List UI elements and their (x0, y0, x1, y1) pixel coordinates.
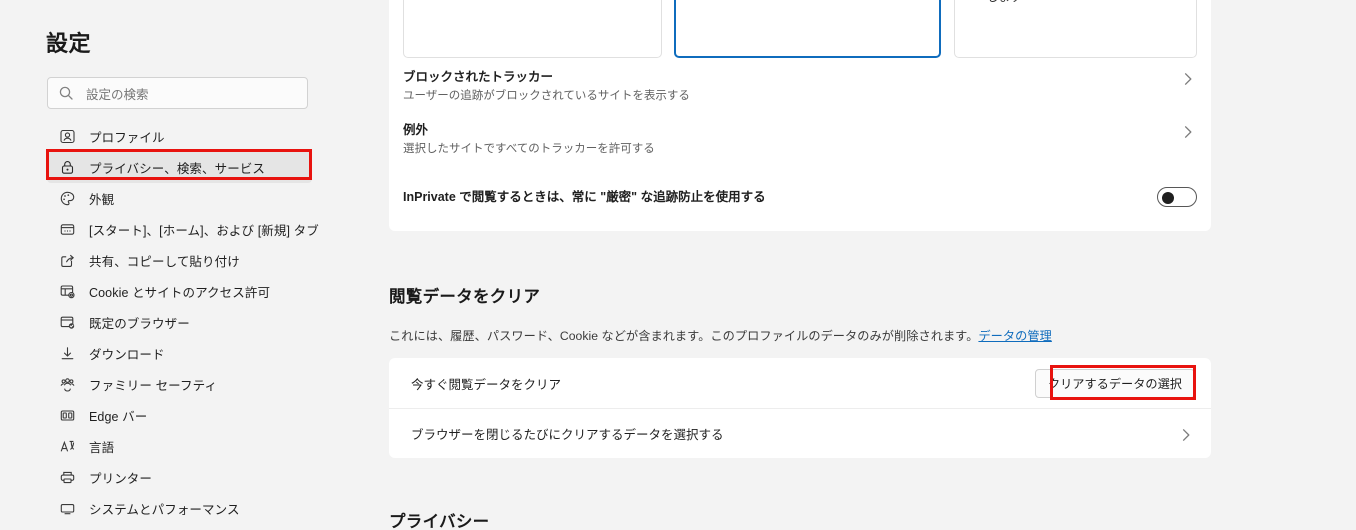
download-icon (59, 345, 76, 362)
new-tab-icon (59, 221, 76, 238)
cookie-settings-icon (59, 283, 76, 300)
system-icon (59, 500, 76, 517)
manage-data-link[interactable]: データの管理 (978, 329, 1051, 343)
palette-icon (59, 190, 76, 207)
card-bullet-list: す 既知の有害なトラッカーをブロックします (969, 0, 1182, 7)
sidebar-item-default-browser[interactable]: 既定のブラウザー (47, 307, 312, 338)
settings-main-content: 既知の有害なトラッカーをブロックします 既知の有害なトラッカーをブロックします … (342, 0, 1356, 530)
language-icon (59, 438, 76, 455)
tracking-level-card-strict[interactable]: す 既知の有害なトラッカーをブロックします (954, 0, 1197, 58)
row-title: InPrivate で閲覧するときは、常に "厳密" な追跡防止を使用する (403, 190, 766, 204)
clear-browsing-data-panel: 今すぐ閲覧データをクリア クリアするデータの選択 ブラウザーを閉じるたびにクリア… (389, 358, 1211, 458)
edge-bar-icon (59, 407, 76, 424)
sidebar-item-label: 外観 (89, 193, 115, 207)
inprivate-strict-row[interactable]: InPrivate で閲覧するときは、常に "厳密" な追跡防止を使用する (403, 187, 1197, 207)
privacy-section-heading: プライバシー (389, 513, 490, 530)
sidebar-item-label: Cookie とサイトのアクセス許可 (89, 286, 271, 300)
sidebar-item-label: ファミリー セーフティ (89, 379, 218, 393)
row-label: ブラウザーを閉じるたびにクリアするデータを選択する (411, 428, 724, 442)
sidebar-item-share-copy-paste[interactable]: 共有、コピーして貼り付け (47, 245, 312, 276)
sidebar-item-system-performance[interactable]: システムとパフォーマンス (47, 493, 312, 524)
share-icon (59, 252, 76, 269)
lock-icon (59, 159, 76, 176)
page-title: 設定 (46, 31, 92, 56)
tracking-level-card-basic[interactable]: 既知の有害なトラッカーをブロックします (403, 0, 662, 58)
profile-icon (59, 128, 76, 145)
family-icon (59, 376, 76, 393)
clear-on-close-row[interactable]: ブラウザーを閉じるたびにクリアするデータを選択する (389, 408, 1211, 458)
sidebar-item-label: 言語 (89, 441, 115, 455)
sidebar-item-label: Edge バー (89, 410, 148, 424)
inprivate-strict-toggle[interactable] (1157, 187, 1197, 207)
sidebar-item-profile[interactable]: プロファイル (47, 121, 312, 152)
default-browser-icon (59, 314, 76, 331)
row-title: ブロックされたトラッカー (403, 70, 554, 84)
clear-browsing-data-heading: 閲覧データをクリア (389, 288, 541, 306)
sidebar-item-label: ダウンロード (89, 348, 165, 362)
sidebar-nav: プロファイル プライバシー、検索、サービス 外観 [スタート]、[ホーム]、およ… (0, 121, 330, 524)
search-input[interactable]: 設定の検索 (47, 77, 308, 109)
sidebar-item-label: プロファイル (89, 131, 165, 145)
sidebar-item-cookies-site-permissions[interactable]: Cookie とサイトのアクセス許可 (47, 276, 312, 307)
sidebar-item-label: プライバシー、検索、サービス (89, 162, 266, 176)
clear-browsing-data-description: これには、履歴、パスワード、Cookie などが含まれます。このプロファイルのデ… (389, 326, 1052, 344)
row-title: 例外 (403, 123, 429, 137)
sidebar-item-printers[interactable]: プリンター (47, 462, 312, 493)
row-subtitle: 選択したサイトですべてのトラッカーを許可する (403, 143, 655, 155)
search-placeholder: 設定の検索 (86, 87, 149, 102)
sidebar-item-appearance[interactable]: 外観 (47, 183, 312, 214)
sidebar-item-start-home-new-tab[interactable]: [スタート]、[ホーム]、および [新規] タブ (47, 214, 319, 245)
card-bullet: 既知の有害なトラッカーをブロックします (969, 0, 1182, 7)
chevron-right-icon (1177, 426, 1195, 444)
sidebar-item-label: 共有、コピーして貼り付け (89, 255, 240, 269)
tracking-prevention-panel: 既知の有害なトラッカーをブロックします 既知の有害なトラッカーをブロックします … (389, 0, 1211, 231)
sidebar-item-label: 既定のブラウザー (89, 317, 190, 331)
sidebar-item-label: [スタート]、[ホーム]、および [新規] タブ (89, 224, 319, 238)
sidebar-item-label: システムとパフォーマンス (89, 503, 240, 517)
search-icon (58, 85, 74, 101)
sidebar-item-downloads[interactable]: ダウンロード (47, 338, 312, 369)
sidebar-item-privacy-search-services[interactable]: プライバシー、検索、サービス (46, 152, 312, 183)
toggle-knob (1162, 192, 1174, 204)
tracking-prevention-card-group: 既知の有害なトラッカーをブロックします 既知の有害なトラッカーをブロックします … (403, 0, 1197, 58)
settings-sidebar: 設定 設定の検索 プロファイル プライバシー、検索、サービス 外観 [スタート]… (0, 0, 330, 530)
printer-icon (59, 469, 76, 486)
blocked-trackers-row[interactable]: ブロックされたトラッカー ユーザーの追跡がブロックされているサイトを表示する (403, 68, 1197, 105)
clear-now-row[interactable]: 今すぐ閲覧データをクリア クリアするデータの選択 (389, 358, 1211, 408)
settings-page: 設定 設定の検索 プロファイル プライバシー、検索、サービス 外観 [スタート]… (0, 0, 1356, 530)
tracking-level-card-balanced[interactable]: 既知の有害なトラッカーをブロックします (674, 0, 941, 58)
description-text: これには、履歴、パスワード、Cookie などが含まれます。このプロファイルのデ… (389, 329, 979, 343)
row-subtitle: ユーザーの追跡がブロックされているサイトを表示する (403, 90, 690, 102)
exceptions-row[interactable]: 例外 選択したサイトですべてのトラッカーを許可する (403, 121, 1197, 158)
settings-scrollbar[interactable] (328, 0, 667, 530)
chevron-right-icon (1179, 123, 1197, 141)
sidebar-item-languages[interactable]: 言語 (47, 431, 312, 462)
sidebar-item-family-safety[interactable]: ファミリー セーフティ (47, 369, 312, 400)
sidebar-item-label: プリンター (89, 472, 153, 486)
row-label: 今すぐ閲覧データをクリア (411, 377, 562, 392)
choose-what-to-clear-button[interactable]: クリアするデータの選択 (1034, 368, 1195, 398)
sidebar-item-edge-bar[interactable]: Edge バー (47, 400, 312, 431)
chevron-right-icon (1179, 70, 1197, 88)
